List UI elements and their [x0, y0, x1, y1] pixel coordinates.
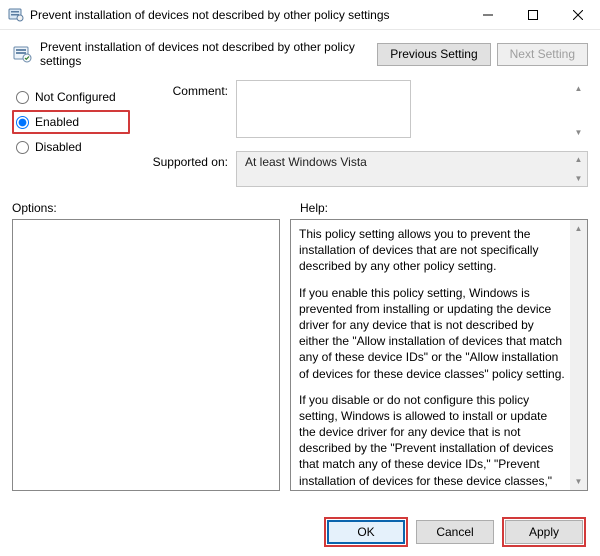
next-setting-button: Next Setting: [497, 43, 588, 66]
cancel-button[interactable]: Cancel: [416, 520, 494, 544]
help-panel: This policy setting allows you to preven…: [290, 219, 588, 491]
footer: OK Cancel Apply: [0, 508, 600, 556]
radio-not-configured-input[interactable]: [16, 91, 29, 104]
help-paragraph: If you disable or do not configure this …: [299, 392, 565, 491]
scroll-down-icon[interactable]: ▼: [570, 125, 587, 140]
radio-disabled-label: Disabled: [35, 140, 82, 154]
options-label: Options:: [12, 201, 300, 215]
radio-not-configured-label: Not Configured: [35, 90, 116, 104]
previous-setting-button[interactable]: Previous Setting: [377, 43, 490, 66]
ok-button[interactable]: OK: [327, 520, 405, 544]
scroll-up-icon[interactable]: ▲: [570, 81, 587, 96]
scroll-up-icon[interactable]: ▲: [570, 152, 587, 167]
radio-disabled-input[interactable]: [16, 141, 29, 154]
options-panel: [12, 219, 280, 491]
scroll-down-icon[interactable]: ▼: [570, 171, 587, 186]
help-label: Help:: [300, 201, 588, 215]
supported-scroll: ▲ ▼: [570, 152, 587, 186]
radio-disabled[interactable]: Disabled: [12, 136, 130, 158]
radio-enabled-label: Enabled: [35, 115, 79, 129]
comment-label: Comment:: [140, 80, 236, 98]
supported-value: At least Windows Vista: [236, 151, 588, 187]
state-column: Not Configured Enabled Disabled: [12, 80, 130, 197]
window-title: Prevent installation of devices not desc…: [30, 8, 465, 22]
header-strip: Prevent installation of devices not desc…: [0, 30, 600, 78]
apply-highlight: Apply: [502, 517, 586, 547]
minimize-button[interactable]: [465, 0, 510, 30]
app-icon: [8, 7, 24, 23]
fields-column: Comment: ▲ ▼ Supported on: At least Wind…: [140, 80, 588, 197]
supported-label: Supported on:: [140, 151, 236, 169]
panels: This policy setting allows you to preven…: [0, 219, 600, 491]
help-paragraph: If you enable this policy setting, Windo…: [299, 285, 565, 382]
help-scrollbar[interactable]: ▲ ▼: [570, 220, 587, 490]
radio-enabled[interactable]: Enabled: [12, 110, 130, 134]
policy-title: Prevent installation of devices not desc…: [40, 40, 369, 68]
apply-button[interactable]: Apply: [505, 520, 583, 544]
policy-icon: [12, 44, 32, 64]
panel-labels: Options: Help:: [0, 197, 600, 219]
titlebar: Prevent installation of devices not desc…: [0, 0, 600, 30]
window-controls: [465, 0, 600, 29]
nav-buttons: Previous Setting Next Setting: [377, 43, 588, 66]
comment-scroll: ▲ ▼: [570, 81, 587, 140]
supported-row: Supported on: At least Windows Vista ▲ ▼: [140, 151, 588, 187]
upper-config: Not Configured Enabled Disabled Comment:…: [0, 78, 600, 197]
supported-text: At least Windows Vista: [245, 155, 367, 169]
radio-not-configured[interactable]: Not Configured: [12, 86, 130, 108]
help-paragraph: This policy setting allows you to preven…: [299, 226, 565, 275]
scroll-up-icon[interactable]: ▲: [570, 220, 587, 237]
close-button[interactable]: [555, 0, 600, 30]
comment-input[interactable]: [236, 80, 411, 138]
scroll-down-icon[interactable]: ▼: [570, 473, 587, 490]
radio-enabled-input[interactable]: [16, 116, 29, 129]
ok-highlight: OK: [324, 517, 408, 547]
maximize-button[interactable]: [510, 0, 555, 30]
comment-row: Comment: ▲ ▼: [140, 80, 588, 141]
